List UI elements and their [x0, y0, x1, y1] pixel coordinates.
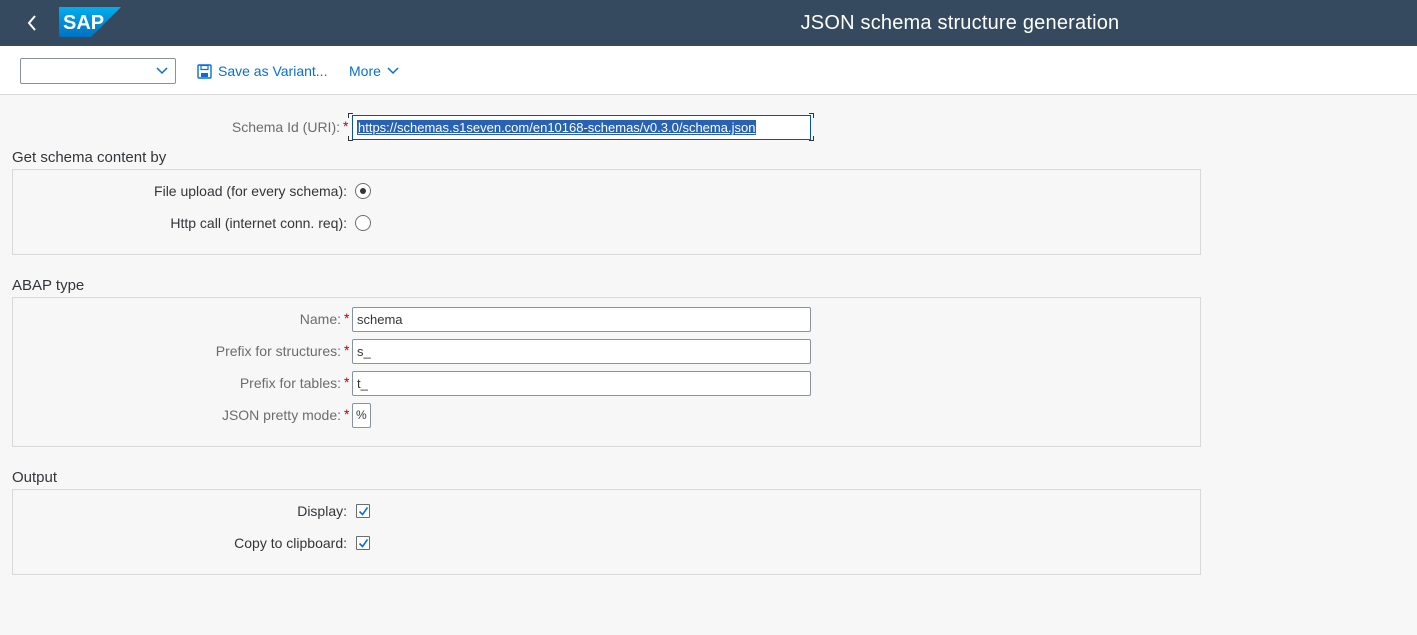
shell-bar: SAP JSON schema structure generation: [0, 0, 1417, 46]
name-label: Name:: [299, 311, 341, 327]
output-section-title: Output: [12, 469, 58, 486]
json-pretty-mode-input[interactable]: %: [352, 403, 371, 428]
get-content-group: [12, 169, 1201, 255]
save-as-variant-button[interactable]: Save as Variant...: [197, 62, 327, 80]
toolbar: Save as Variant... More: [0, 46, 1417, 95]
output-group: [12, 489, 1201, 575]
chevron-down-icon: [387, 67, 399, 75]
save-icon: [197, 63, 212, 79]
required-marker: *: [344, 374, 350, 390]
schema-id-input[interactable]: https://schemas.s1seven.com/en10168-sche…: [352, 115, 811, 140]
file-upload-radio[interactable]: [355, 183, 371, 199]
variant-select[interactable]: [20, 58, 176, 84]
check-icon: [358, 539, 369, 548]
required-marker: *: [344, 310, 350, 326]
abap-type-section-title: ABAP type: [12, 277, 85, 294]
display-checkbox[interactable]: [356, 504, 370, 518]
json-pretty-mode-label: JSON pretty mode:: [221, 407, 341, 423]
http-call-label: Http call (internet conn. req):: [170, 215, 347, 231]
get-content-section-title: Get schema content by: [12, 149, 167, 166]
prefix-tables-input[interactable]: t_: [352, 371, 811, 396]
file-upload-label: File upload (for every schema):: [154, 183, 347, 199]
name-input[interactable]: schema: [352, 307, 811, 332]
required-marker: *: [343, 118, 349, 134]
display-label: Display:: [297, 503, 347, 519]
required-marker: *: [344, 406, 350, 422]
copy-to-clipboard-label: Copy to clipboard:: [234, 535, 347, 551]
required-marker: *: [344, 342, 350, 358]
http-call-radio[interactable]: [355, 215, 371, 231]
schema-id-label: Schema Id (URI):: [231, 119, 340, 135]
copy-to-clipboard-checkbox[interactable]: [356, 536, 370, 550]
prefix-tables-label: Prefix for tables:: [239, 375, 341, 391]
prefix-structures-input[interactable]: s_: [352, 339, 811, 364]
check-icon: [358, 507, 369, 516]
page-title: JSON schema structure generation: [800, 12, 1120, 34]
prefix-structures-label: Prefix for structures:: [215, 343, 341, 359]
more-button[interactable]: More: [349, 62, 399, 80]
chevron-down-icon: [156, 67, 168, 75]
